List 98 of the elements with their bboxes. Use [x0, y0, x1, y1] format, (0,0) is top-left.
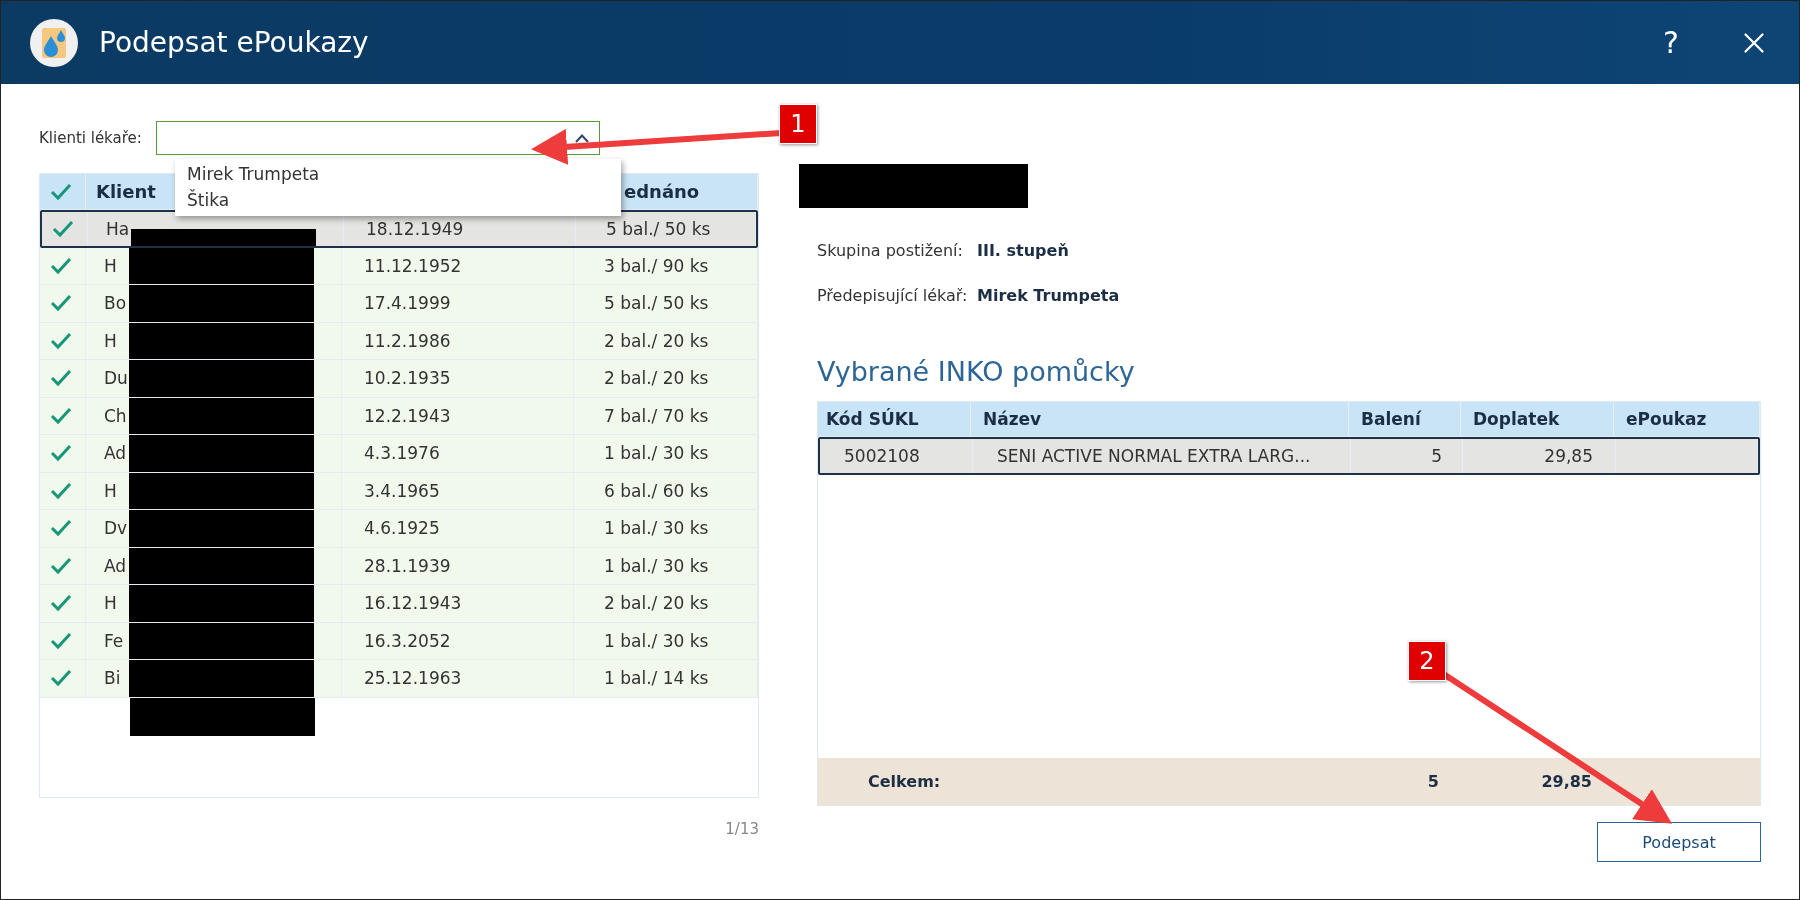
table-row[interactable]: 5002108 SENI ACTIVE NORMAL EXTRA LARG... 5 29,85 — [818, 437, 1760, 475]
water-drops-logo-icon — [29, 17, 79, 68]
column-header[interactable]: ePoukaz — [1614, 402, 1760, 436]
table-cell: 1 bal./ 30 ks — [574, 622, 758, 659]
table-cell: H — [104, 255, 117, 276]
column-header[interactable]: Klient — [96, 181, 156, 202]
table-row[interactable]: H 3.4.1965 6 bal./ 60 ks — [40, 472, 758, 510]
table-cell: Dv — [104, 518, 128, 539]
check-icon[interactable] — [52, 219, 74, 238]
table-cell: SENI ACTIVE NORMAL EXTRA LARG... — [973, 439, 1351, 473]
table-row[interactable]: Ha 18.12.1949 5 bal./ 50 ks — [40, 210, 758, 248]
table-row[interactable]: Bi 25.12.1963 1 bal./ 14 ks — [40, 660, 758, 698]
table-cell: 1 bal./ 30 ks — [574, 435, 758, 472]
window-title: Podepsat ePoukazy — [99, 26, 370, 59]
table-row[interactable]: Ad 28.1.1939 1 bal./ 30 ks — [40, 547, 758, 585]
table-cell: 28.1.1939 — [342, 547, 574, 584]
check-icon[interactable] — [50, 594, 72, 613]
table-row[interactable]: Dv 4.6.1925 1 bal./ 30 ks — [40, 510, 758, 548]
check-icon[interactable] — [50, 369, 72, 388]
table-cell: 4.3.1976 — [342, 435, 574, 472]
column-header[interactable]: ednáno — [624, 181, 700, 202]
table-cell: 3 bal./ 90 ks — [574, 247, 758, 284]
column-header[interactable]: Název — [971, 402, 1349, 436]
help-button[interactable]: ? — [1649, 25, 1693, 60]
table-cell: 7 bal./ 70 ks — [574, 397, 758, 434]
table-cell: 11.2.1986 — [342, 322, 574, 359]
caret-up-icon — [574, 133, 589, 143]
info-label: Předepisující lékař: — [817, 285, 969, 306]
check-icon[interactable] — [50, 331, 72, 350]
table-cell: 12.2.1943 — [342, 397, 574, 434]
table-row[interactable]: Bo 17.4.1999 5 bal./ 50 ks — [40, 285, 758, 323]
total-value: 29,85 — [1540, 772, 1593, 791]
column-header[interactable]: Kód SÚKL — [818, 402, 971, 436]
table-row[interactable]: H 11.2.1986 2 bal./ 20 ks — [40, 322, 758, 360]
table-cell: 3.4.1965 — [342, 472, 574, 509]
table-cell: 5002108 — [820, 439, 973, 473]
annotation-badge: 2 — [1408, 641, 1446, 681]
table-cell: 11.12.1952 — [342, 247, 574, 284]
check-icon[interactable] — [50, 519, 72, 538]
info-label: Skupina postižení: — [817, 240, 964, 261]
table-cell: Ad — [104, 443, 127, 464]
section-heading: Vybrané INKO pomůcky — [817, 356, 1136, 387]
table-cell: 16.12.1943 — [342, 585, 574, 622]
table-row[interactable]: H 16.12.1943 2 bal./ 20 ks — [40, 585, 758, 623]
sign-button[interactable]: Podepsat — [1597, 822, 1761, 862]
table-cell: Bo — [104, 293, 127, 314]
check-icon[interactable] — [50, 182, 72, 201]
total-label: Celkem: — [867, 772, 942, 791]
table-cell: 2 bal./ 20 ks — [574, 585, 758, 622]
table-cell: 25.12.1963 — [342, 660, 574, 697]
table-cell: 1 bal./ 30 ks — [574, 510, 758, 547]
table-cell: 5 — [1351, 439, 1463, 473]
check-icon[interactable] — [50, 256, 72, 275]
table-cell: Ha — [106, 218, 130, 239]
table-cell: Fe — [104, 630, 124, 651]
table-cell: 6 bal./ 60 ks — [574, 472, 758, 509]
check-icon[interactable] — [50, 444, 72, 463]
check-icon[interactable] — [50, 631, 72, 650]
check-icon[interactable] — [50, 406, 72, 425]
table-cell: 29,85 — [1463, 439, 1616, 473]
table-cell: Du — [104, 368, 128, 389]
table-cell: 1 bal./ 14 ks — [574, 660, 758, 697]
field-label: Klienti lékaře: — [39, 129, 142, 147]
table-cell: Ad — [104, 555, 127, 576]
table-row[interactable]: Du 10.2.1935 2 bal./ 20 ks — [40, 360, 758, 398]
client-combobox[interactable] — [155, 121, 600, 155]
table-cell: 2 bal./ 20 ks — [574, 360, 758, 397]
page-counter: 1/13 — [725, 820, 759, 838]
check-icon[interactable] — [50, 669, 72, 688]
table-cell: Bi — [104, 668, 121, 689]
column-header[interactable]: Doplatek — [1461, 402, 1614, 436]
table-cell: H — [104, 593, 117, 614]
check-icon[interactable] — [50, 481, 72, 500]
table-cell: 4.6.1925 — [342, 510, 574, 547]
table-row[interactable]: Fe 16.3.2052 1 bal./ 30 ks — [40, 622, 758, 660]
table-cell: 5 bal./ 50 ks — [574, 285, 758, 322]
table-row[interactable]: H 11.12.1952 3 bal./ 90 ks — [40, 247, 758, 285]
total-value: 5 — [1426, 772, 1440, 791]
table-cell: 2 bal./ 20 ks — [574, 322, 758, 359]
info-value: Mirek Trumpeta — [977, 285, 1121, 306]
table-cell: Ch — [104, 405, 127, 426]
table-row[interactable]: Ad 4.3.1976 1 bal./ 30 ks — [40, 435, 758, 473]
table-cell: H — [104, 330, 117, 351]
table-cell: 18.12.1949 — [344, 212, 576, 246]
table-cell: H — [104, 480, 117, 501]
table-cell: 17.4.1999 — [342, 285, 574, 322]
column-header[interactable]: Balení — [1349, 402, 1461, 436]
dropdown-option[interactable]: Mirek Trumpeta — [175, 161, 621, 187]
check-icon[interactable] — [50, 556, 72, 575]
table-cell: 1 bal./ 30 ks — [574, 547, 758, 584]
table-row[interactable]: Ch 12.2.1943 7 bal./ 70 ks — [40, 397, 758, 435]
dropdown-option[interactable]: Štika — [175, 187, 621, 213]
check-icon[interactable] — [50, 294, 72, 313]
table-cell: 5 bal./ 50 ks — [576, 212, 756, 246]
table-cell: 16.3.2052 — [342, 622, 574, 659]
info-value: III. stupeň — [977, 240, 1070, 261]
annotation-badge: 1 — [779, 104, 817, 144]
table-cell: 10.2.1935 — [342, 360, 574, 397]
